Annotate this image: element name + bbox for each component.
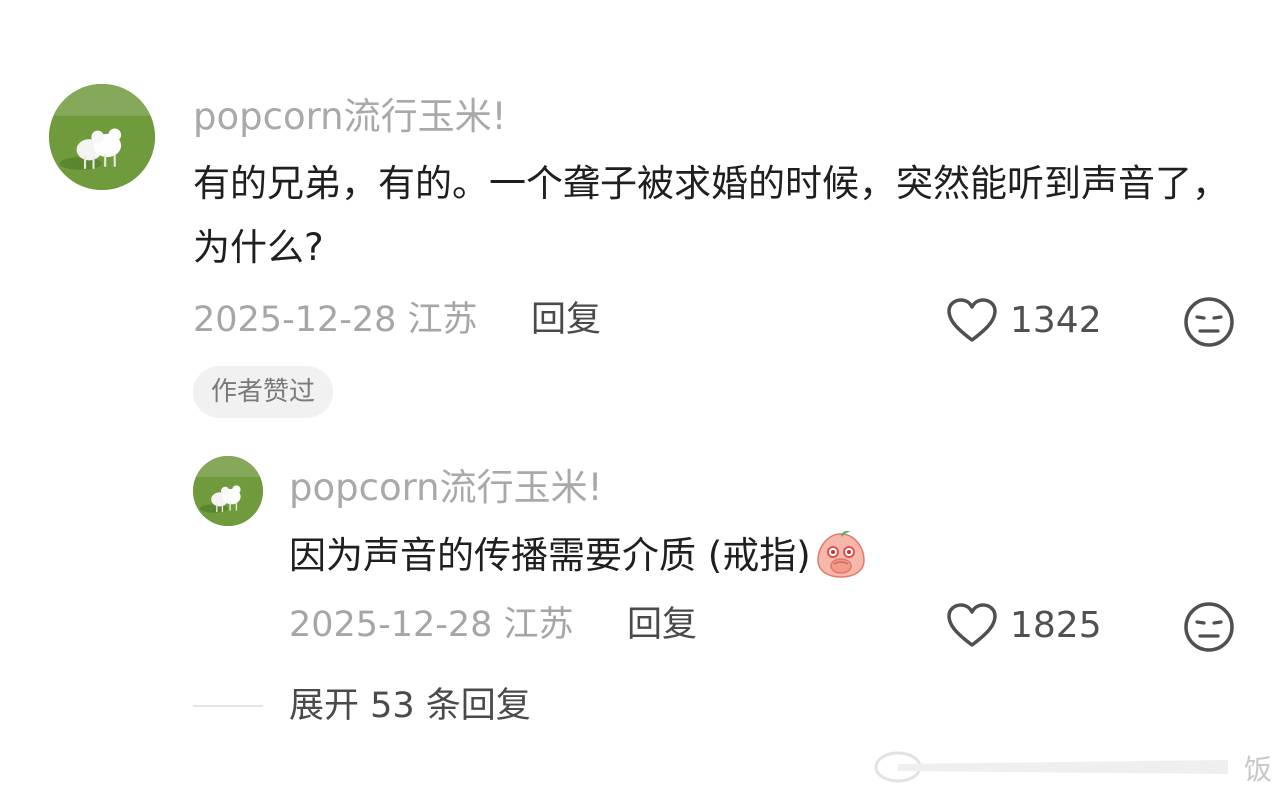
reply-reply-button[interactable]: 回复 (627, 603, 697, 647)
meh-face-icon (1184, 602, 1234, 652)
expand-replies-button[interactable]: 展开 53 条回复 (289, 684, 531, 728)
comment-section: popcorn流行玉米! 有的兄弟，有的。一个聋子被求婚的时候，突然能听到声音了… (0, 0, 1284, 800)
reply-like-count: 1825 (1010, 605, 1102, 646)
reply-like-button[interactable]: 1825 (946, 603, 1102, 649)
reply-body: 因为声音的传播需要介质 (戒指) (289, 524, 1189, 588)
commenter-avatar[interactable] (49, 84, 155, 190)
author-liked-badge: 作者赞过 (193, 366, 334, 418)
watermark-graphic (874, 751, 1228, 783)
heart-outline-icon (947, 603, 997, 647)
comment-date-location: 2025-12-28 江苏 (193, 300, 478, 340)
dislike-button[interactable] (1183, 296, 1235, 348)
lambs-avatar-image (193, 456, 263, 526)
like-button[interactable]: 1342 (946, 298, 1102, 344)
reply-dislike-button[interactable] (1183, 601, 1235, 653)
lambs-avatar-image (49, 84, 155, 190)
reply-username[interactable]: popcorn流行玉米! (289, 466, 602, 510)
reply-text: 因为声音的传播需要介质 (戒指) (289, 534, 811, 577)
watermark-text: 饭 (1244, 753, 1273, 786)
commenter-username[interactable]: popcorn流行玉米! (193, 95, 506, 139)
covering-mouth-laugh-emoji (816, 530, 865, 578)
reply-button[interactable]: 回复 (531, 298, 601, 342)
reply-date-location: 2025-12-28 江苏 (289, 605, 574, 645)
heart-outline-icon (947, 298, 997, 342)
meh-face-icon (1184, 297, 1234, 347)
expand-divider (193, 705, 263, 707)
comment-body: 有的兄弟，有的。一个聋子被求婚的时候，突然能听到声音了，为什么? (193, 162, 1229, 269)
like-count: 1342 (1010, 300, 1102, 341)
reply-avatar[interactable] (193, 456, 263, 526)
